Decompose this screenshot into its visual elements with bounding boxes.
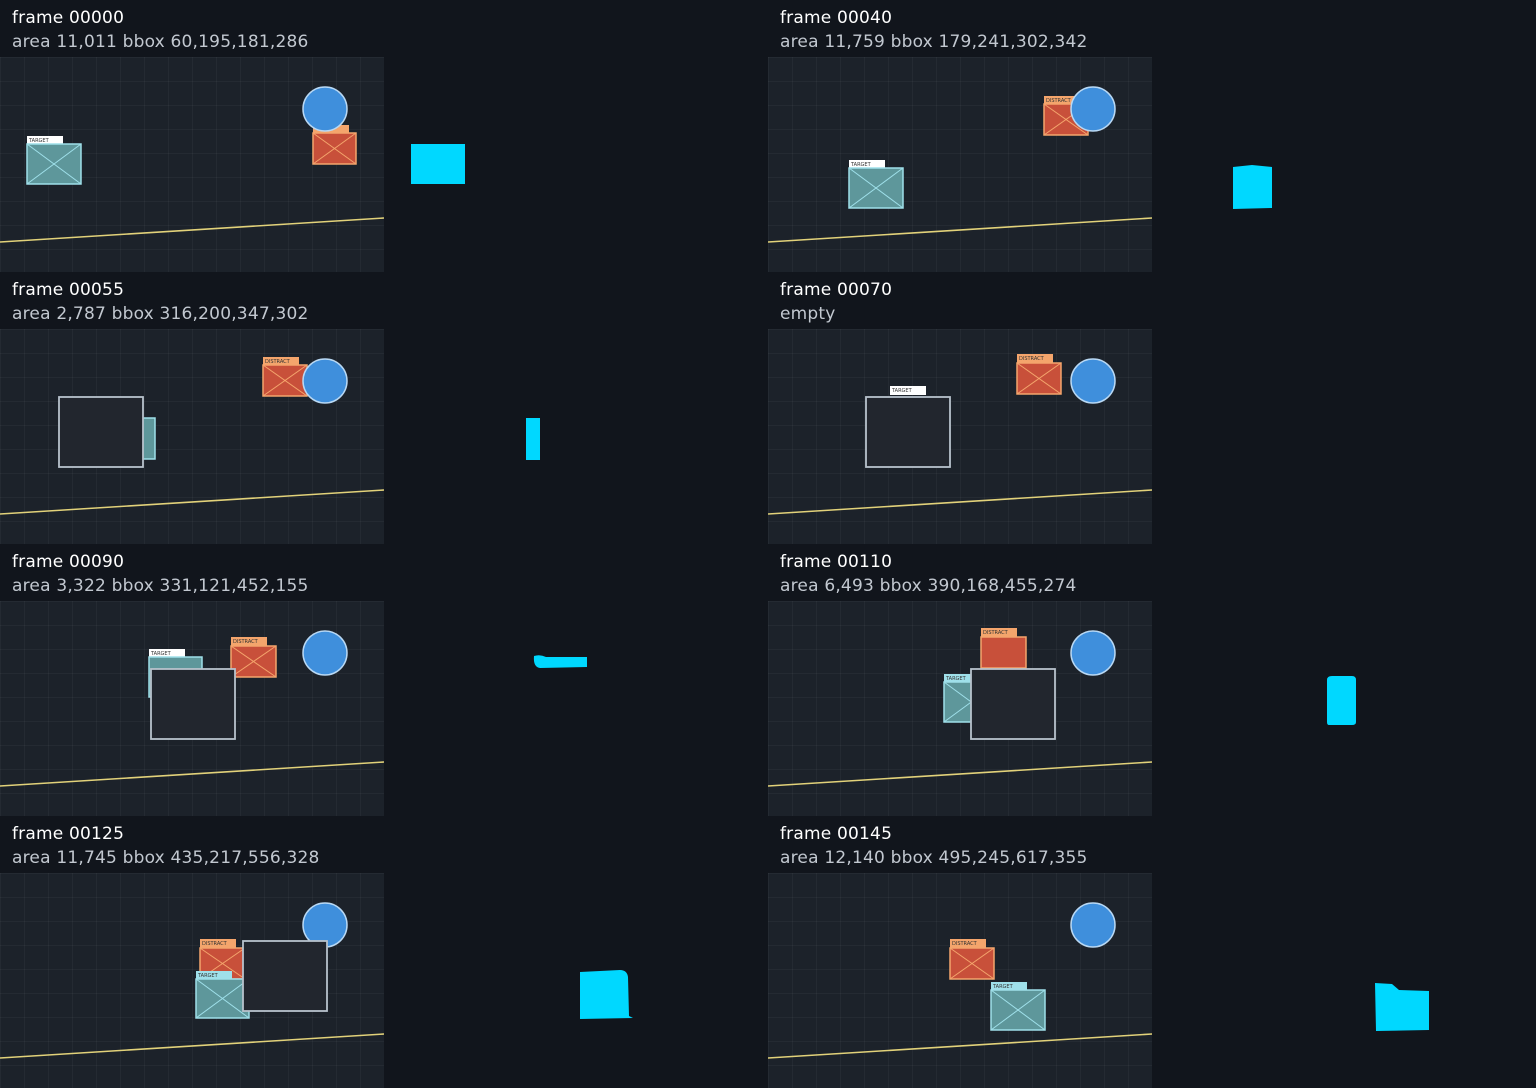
frame-cell: frame 00110 area 6,493 bbox 390,168,455,… [768, 544, 1536, 816]
frame-info: area 11,759 bbox 179,241,302,342 [780, 32, 1088, 52]
frame-title: frame 00000 [12, 8, 125, 28]
ball [1070, 86, 1116, 132]
distractor-tag: DISTRACT [1046, 98, 1072, 104]
scene-panel: TARGET [0, 57, 384, 272]
target-box: TARGET [848, 160, 904, 209]
occluder [242, 940, 328, 1012]
frame-title: frame 00110 [780, 552, 893, 572]
scene-panel: DISTRACT TARGET [768, 873, 1152, 1088]
frame-info: area 6,493 bbox 390,168,455,274 [780, 576, 1077, 596]
frame-title: frame 00145 [780, 824, 893, 844]
target-tag: TARGET [850, 162, 872, 168]
mask-blob [1375, 983, 1429, 1031]
frame-cell: frame 00090 area 3,322 bbox 331,121,452,… [0, 544, 768, 816]
mask-panel [1152, 873, 1536, 1088]
floor-line [0, 489, 384, 515]
target-tag: TARGET [891, 388, 913, 394]
frame-info: area 2,787 bbox 316,200,347,302 [12, 304, 309, 324]
distractor-tag: DISTRACT [983, 630, 1009, 636]
target-tag: TARGET [28, 138, 50, 144]
distractor-box: DISTRACT [980, 628, 1027, 669]
floor-line [768, 217, 1152, 243]
scene-panel: DISTRACT TARGET [768, 601, 1152, 816]
floor-line [768, 761, 1152, 787]
mask-panel [384, 601, 768, 816]
mask-blob [533, 655, 587, 668]
target-box: TARGET [26, 136, 82, 185]
floor-line [768, 489, 1152, 515]
ball [302, 630, 348, 676]
floor-line [768, 1033, 1152, 1059]
scene-panel: DISTRACT TARGET [768, 329, 1152, 544]
occluder [865, 396, 951, 468]
occluder [150, 668, 236, 740]
frame-title: frame 00125 [12, 824, 125, 844]
frame-cell: frame 00000 area 11,011 bbox 60,195,181,… [0, 0, 768, 272]
frame-info: area 11,011 bbox 60,195,181,286 [12, 32, 309, 52]
mask-blob [580, 970, 633, 1019]
target-tag: TARGET [197, 973, 219, 979]
ball [1070, 902, 1116, 948]
frame-title: frame 00055 [12, 280, 125, 300]
distractor-box: DISTRACT [262, 357, 308, 397]
frame-cell: frame 00040 area 11,759 bbox 179,241,302… [768, 0, 1536, 272]
mask-blob [411, 144, 465, 184]
frame-cell: frame 00070 empty DISTRACT TARGET [768, 272, 1536, 544]
mask-blob [526, 418, 540, 460]
distractor-tag: DISTRACT [265, 359, 291, 365]
floor-line [0, 761, 384, 787]
frame-cell: frame 00145 area 12,140 bbox 495,245,617… [768, 816, 1536, 1088]
mask-panel [1152, 329, 1536, 544]
mask-panel [1152, 57, 1536, 272]
distractor-tag: DISTRACT [233, 639, 259, 645]
distractor-box: DISTRACT [1016, 354, 1062, 395]
distractor-box: DISTRACT [949, 939, 995, 980]
occluder [58, 396, 144, 468]
target-box: TARGET [990, 982, 1046, 1031]
frame-cell: frame 00125 area 11,745 bbox 435,217,556… [0, 816, 768, 1088]
frame-info: area 12,140 bbox 495,245,617,355 [780, 848, 1088, 868]
mask-panel [384, 329, 768, 544]
ball [302, 358, 348, 404]
floor-line [0, 217, 384, 243]
target-tag: TARGET [992, 984, 1014, 990]
target-tag: TARGET [945, 676, 967, 682]
target-box: TARGET [943, 674, 975, 723]
distractor-box: DISTRACT [230, 637, 277, 678]
mask-panel [384, 873, 768, 1088]
mask-panel [384, 57, 768, 272]
frame-info: empty [780, 304, 836, 324]
distractor-tag: DISTRACT [1019, 356, 1045, 362]
ball [1070, 358, 1116, 404]
frame-title: frame 00090 [12, 552, 125, 572]
floor-line [0, 1033, 384, 1059]
frame-cell: frame 00055 area 2,787 bbox 316,200,347,… [0, 272, 768, 544]
occluder [970, 668, 1056, 740]
scene-panel: DISTRACT TARGET [0, 601, 384, 816]
scene-panel: DISTRACT TARGET [0, 873, 384, 1088]
distractor-tag: DISTRACT [952, 941, 978, 947]
distractor-tag: DISTRACT [202, 941, 228, 947]
frame-info: area 3,322 bbox 331,121,452,155 [12, 576, 309, 596]
mask-blob [1327, 676, 1356, 725]
frame-title: frame 00070 [780, 280, 893, 300]
scene-panel: DISTRACT [0, 329, 384, 544]
target-box: TARGET [890, 386, 926, 395]
frame-info: area 11,745 bbox 435,217,556,328 [12, 848, 320, 868]
mask-blob [1233, 165, 1272, 209]
mask-panel [1152, 601, 1536, 816]
ball [1070, 630, 1116, 676]
frame-title: frame 00040 [780, 8, 893, 28]
target-tag: TARGET [150, 651, 172, 657]
ball [302, 86, 348, 132]
scene-panel: DISTRACT TARGET [768, 57, 1152, 272]
